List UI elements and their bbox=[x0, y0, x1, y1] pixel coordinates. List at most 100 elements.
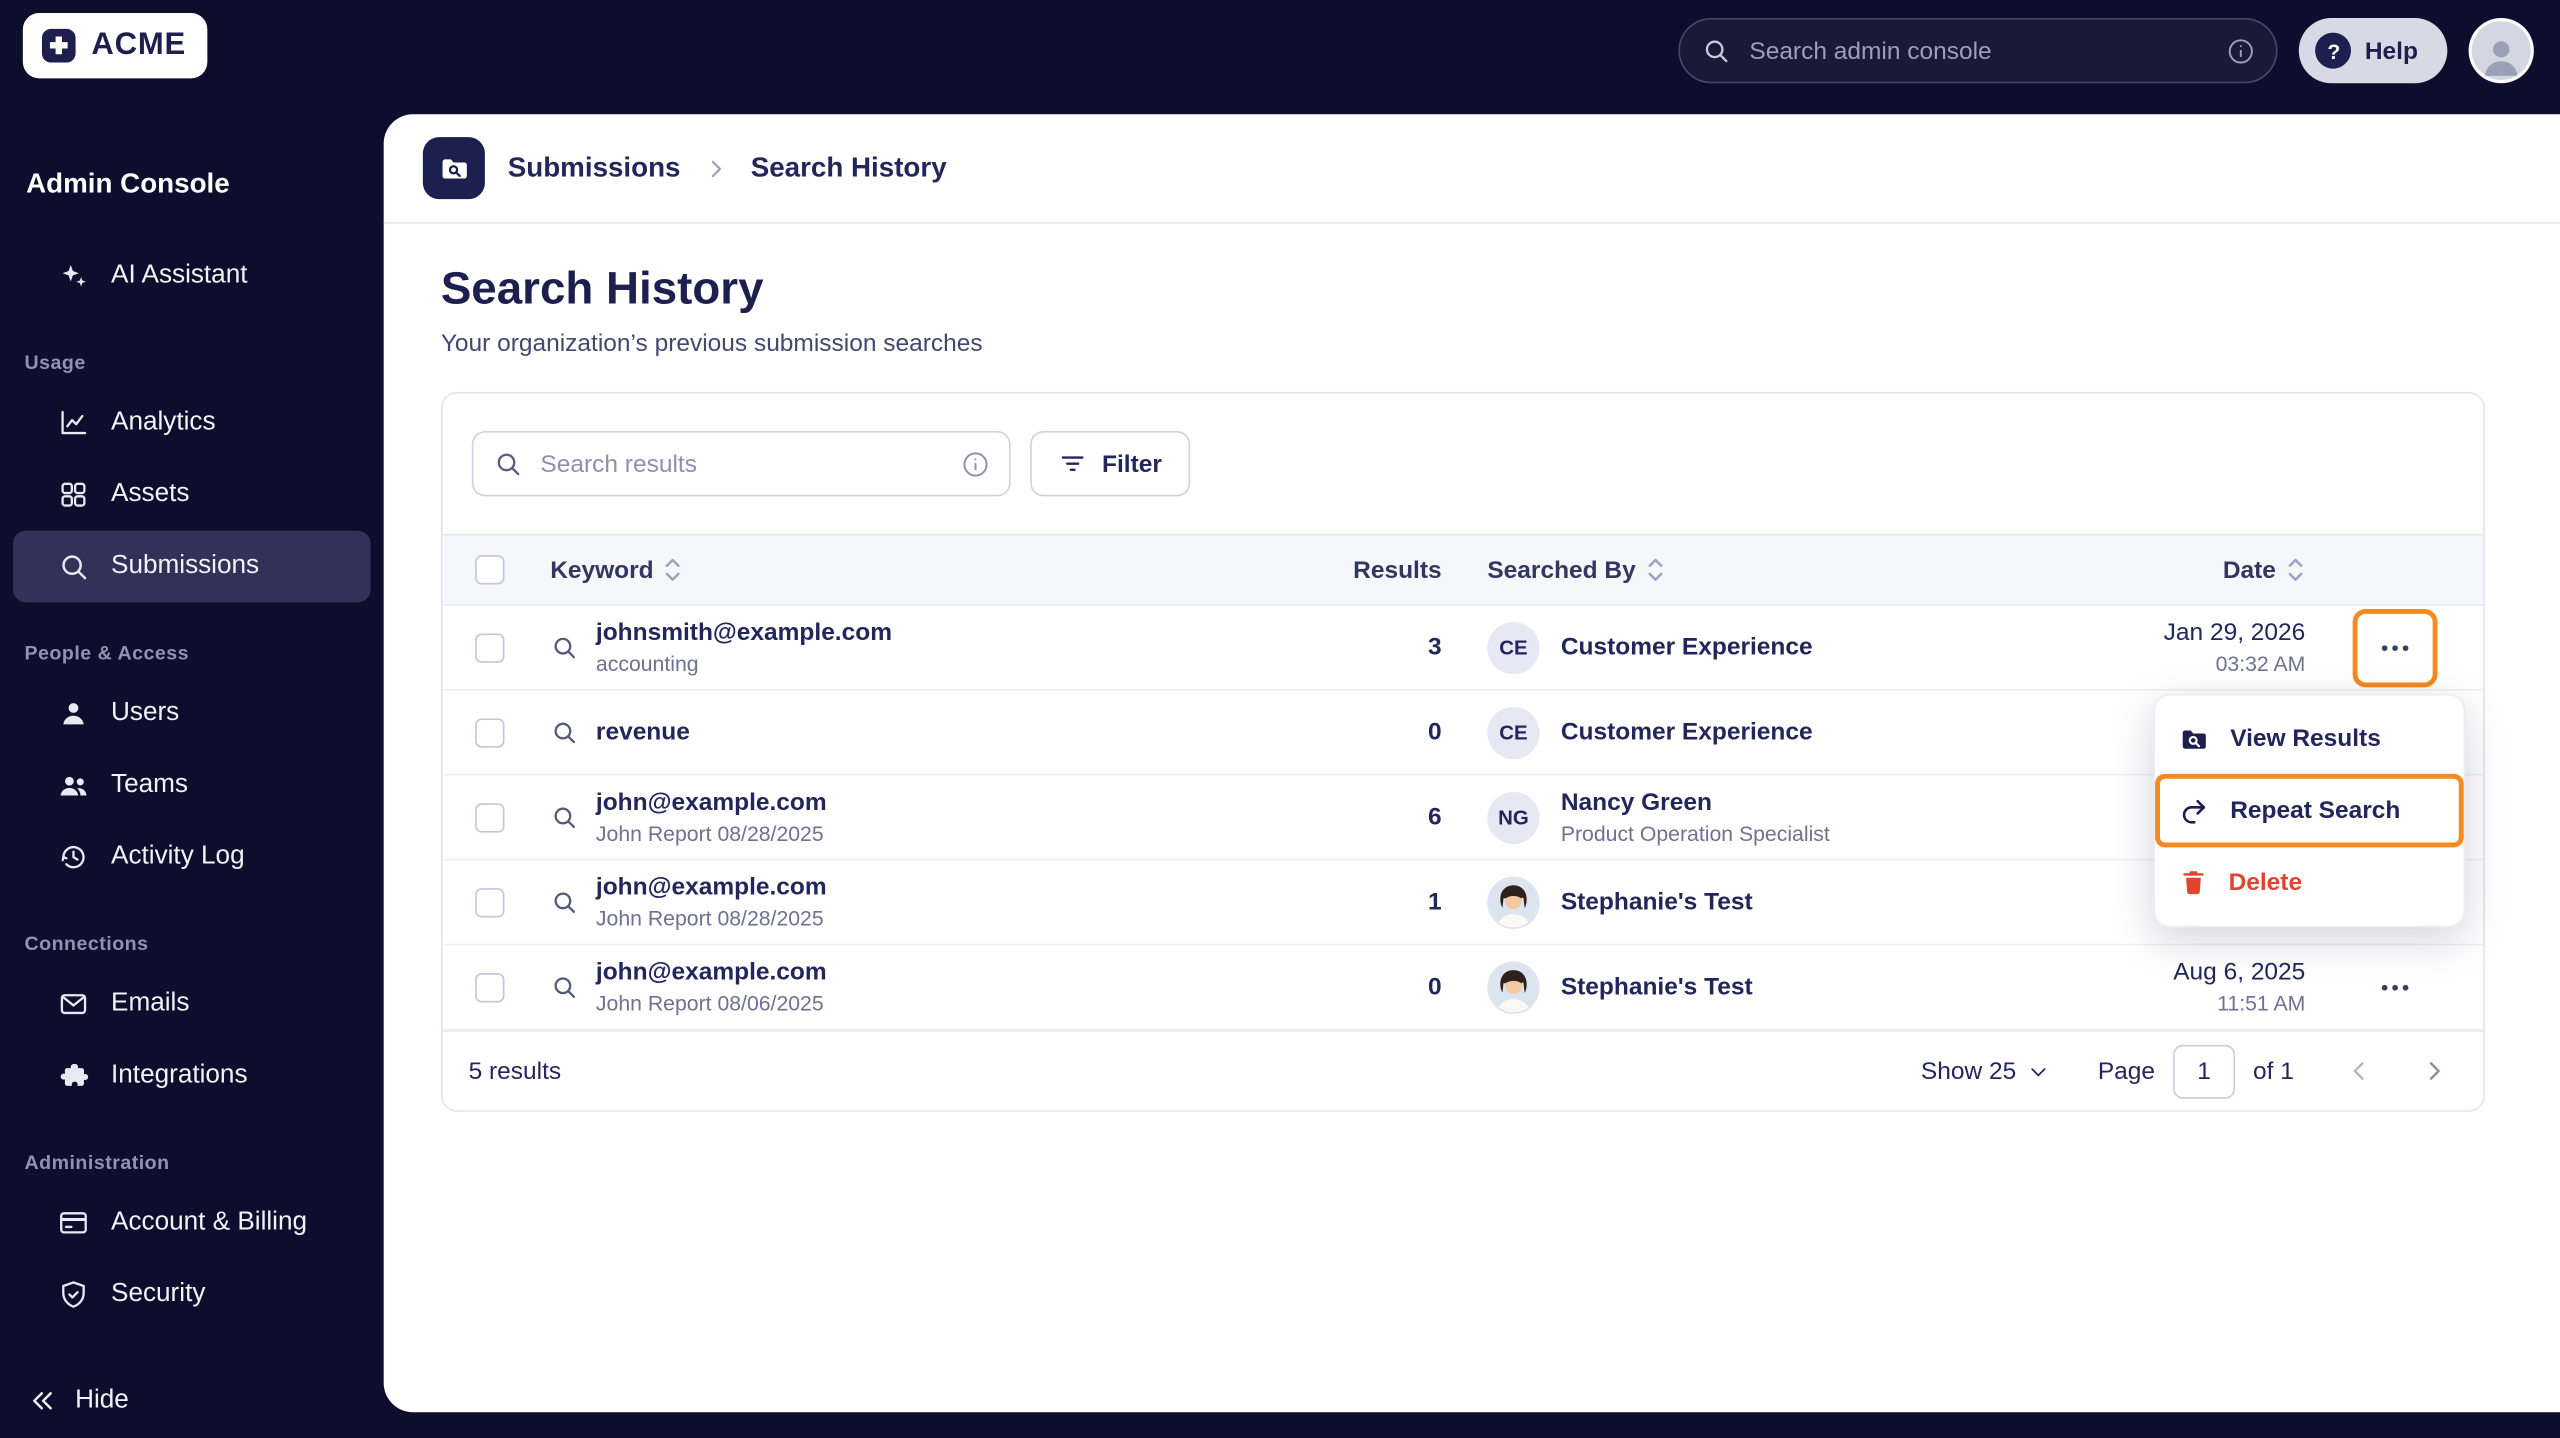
help-label: Help bbox=[2364, 36, 2418, 65]
question-circle-icon: ? bbox=[2315, 32, 2352, 69]
sidebar-item-label: Submissions bbox=[111, 551, 260, 580]
results-count: 0 bbox=[1428, 718, 1442, 747]
trash-icon bbox=[2178, 867, 2209, 898]
breadcrumb-submissions[interactable]: Submissions bbox=[508, 152, 681, 185]
sidebar-item-label: AI Assistant bbox=[111, 261, 248, 289]
searcher-name: Customer Experience bbox=[1560, 633, 1813, 662]
info-icon[interactable] bbox=[2228, 37, 2256, 65]
acme-logo[interactable]: ACME bbox=[22, 13, 208, 79]
info-icon[interactable] bbox=[962, 450, 990, 478]
sidebar-item-integrations[interactable]: Integrations bbox=[13, 1040, 371, 1112]
sidebar-item-teams[interactable]: Teams bbox=[13, 749, 371, 821]
sidebar-item-label: Assets bbox=[111, 479, 190, 508]
magnifier-icon bbox=[550, 633, 578, 661]
breadcrumb: Submissions Search History bbox=[383, 114, 2560, 224]
keyword-subtitle: John Report 08/28/2025 bbox=[595, 820, 824, 846]
help-button[interactable]: ? Help bbox=[2299, 17, 2448, 84]
searcher-name: Stephanie's Test bbox=[1560, 887, 1753, 916]
magnifier-icon bbox=[550, 718, 578, 746]
results-summary: 5 results bbox=[468, 1057, 562, 1085]
menu-item-delete[interactable]: Delete bbox=[2155, 847, 2464, 917]
sidebar-item-label: Security bbox=[111, 1279, 206, 1308]
header-keyword[interactable]: Keyword bbox=[518, 555, 1204, 584]
hide-label: Hide bbox=[75, 1386, 129, 1414]
results-count: 0 bbox=[1428, 973, 1442, 1001]
analytics-icon bbox=[57, 407, 90, 440]
admin-search-input[interactable] bbox=[1746, 35, 2214, 67]
sidebar-title: Admin Console bbox=[26, 168, 230, 200]
menu-item-view-results[interactable]: View Results bbox=[2155, 704, 2464, 774]
topbar-right-cluster: ? Help bbox=[1679, 17, 2534, 84]
sidebar-item-users[interactable]: Users bbox=[13, 678, 371, 750]
admin-search-box[interactable] bbox=[1679, 17, 2279, 84]
hide-sidebar-button[interactable]: Hide bbox=[26, 1384, 129, 1417]
filter-button[interactable]: Filter bbox=[1030, 431, 1190, 497]
select-all-checkbox[interactable] bbox=[475, 555, 505, 585]
avatar-initials: CE bbox=[1487, 706, 1540, 759]
row-actions-button[interactable] bbox=[2362, 958, 2427, 1017]
ellipsis-icon bbox=[2380, 644, 2408, 651]
row-checkbox[interactable] bbox=[475, 802, 505, 832]
ellipsis-icon bbox=[2380, 984, 2408, 990]
sidebar-item-activity-log[interactable]: Activity Log bbox=[13, 821, 371, 893]
menu-item-label: Repeat Search bbox=[2230, 796, 2401, 825]
menu-item-repeat-search[interactable]: Repeat Search bbox=[2155, 773, 2464, 848]
results-search-input[interactable] bbox=[537, 448, 947, 480]
results-count: 6 bbox=[1428, 803, 1442, 832]
avatar-initials: CE bbox=[1487, 621, 1540, 674]
previous-page-button[interactable] bbox=[2340, 1051, 2379, 1090]
double-chevron-left-icon bbox=[26, 1384, 59, 1417]
keyword-text: john@example.com bbox=[595, 789, 827, 817]
page-content: Search History Your organization’s previ… bbox=[384, 224, 2560, 1112]
history-clock-icon bbox=[57, 841, 90, 874]
chevron-right-icon bbox=[703, 156, 727, 180]
keyword-text: johnsmith@example.com bbox=[595, 619, 892, 648]
row-checkbox[interactable] bbox=[475, 887, 505, 917]
keyword-subtitle: accounting bbox=[595, 650, 699, 676]
folder-search-icon bbox=[422, 137, 485, 200]
sidebar-item-emails[interactable]: Emails bbox=[13, 968, 371, 1040]
sidebar-item-account-billing[interactable]: Account & Billing bbox=[13, 1187, 371, 1259]
sidebar-item-analytics[interactable]: Analytics bbox=[13, 387, 371, 459]
page-size-label: Show 25 bbox=[1920, 1057, 2017, 1085]
sidebar-item-security[interactable]: Security bbox=[13, 1259, 371, 1331]
row-checkbox[interactable] bbox=[475, 717, 505, 747]
user-avatar[interactable] bbox=[2468, 17, 2534, 84]
logo-text: ACME bbox=[91, 27, 187, 63]
header-date[interactable]: Date bbox=[2010, 555, 2306, 584]
sort-icon bbox=[2288, 558, 2303, 581]
row-checkbox[interactable] bbox=[475, 972, 505, 1002]
page-number-input[interactable] bbox=[2173, 1044, 2236, 1098]
sparkles-icon bbox=[57, 260, 90, 293]
header-searched-by[interactable]: Searched By bbox=[1487, 555, 2009, 584]
sidebar-section-administration: Administration bbox=[24, 1151, 170, 1174]
searcher-name: Nancy Green bbox=[1560, 789, 1712, 817]
date-text: Aug 6, 2025 bbox=[2173, 958, 2306, 987]
sidebar-item-label: Integrations bbox=[111, 1061, 248, 1089]
next-page-button[interactable] bbox=[2415, 1051, 2454, 1090]
sidebar-section-usage: Usage bbox=[24, 351, 86, 374]
row-checkbox[interactable] bbox=[475, 632, 505, 663]
person-icon bbox=[2484, 41, 2518, 76]
table-row: johnsmith@example.com accounting 3 CE Cu… bbox=[442, 606, 2484, 691]
page-size-select[interactable]: Show 25 bbox=[1921, 1057, 2049, 1085]
sidebar-item-label: Account & Billing bbox=[111, 1208, 308, 1236]
row-actions-button[interactable] bbox=[2362, 618, 2427, 677]
page-title: Search History bbox=[440, 262, 764, 314]
header-results[interactable]: Results bbox=[1203, 556, 1441, 584]
sidebar-item-ai-assistant[interactable]: AI Assistant bbox=[13, 240, 371, 312]
menu-item-label: View Results bbox=[2230, 724, 2381, 753]
sidebar-section-connections: Connections bbox=[24, 932, 149, 956]
header-results-label: Results bbox=[1353, 555, 1442, 584]
sidebar: Admin Console AI Assistant Usage Analyti… bbox=[0, 91, 384, 1438]
results-search-box[interactable] bbox=[471, 431, 1011, 497]
sidebar-item-label: Teams bbox=[111, 770, 188, 799]
results-count: 3 bbox=[1428, 633, 1442, 662]
header-keyword-label: Keyword bbox=[550, 555, 654, 584]
acme-logo-mark-icon bbox=[38, 24, 80, 66]
main-panel: Submissions Search History Search Histor… bbox=[383, 114, 2560, 1413]
chevron-left-icon bbox=[2353, 1062, 2364, 1080]
sidebar-item-submissions[interactable]: Submissions bbox=[13, 530, 371, 603]
stephanie-avatar bbox=[1487, 875, 1540, 929]
sidebar-item-assets[interactable]: Assets bbox=[13, 459, 371, 531]
